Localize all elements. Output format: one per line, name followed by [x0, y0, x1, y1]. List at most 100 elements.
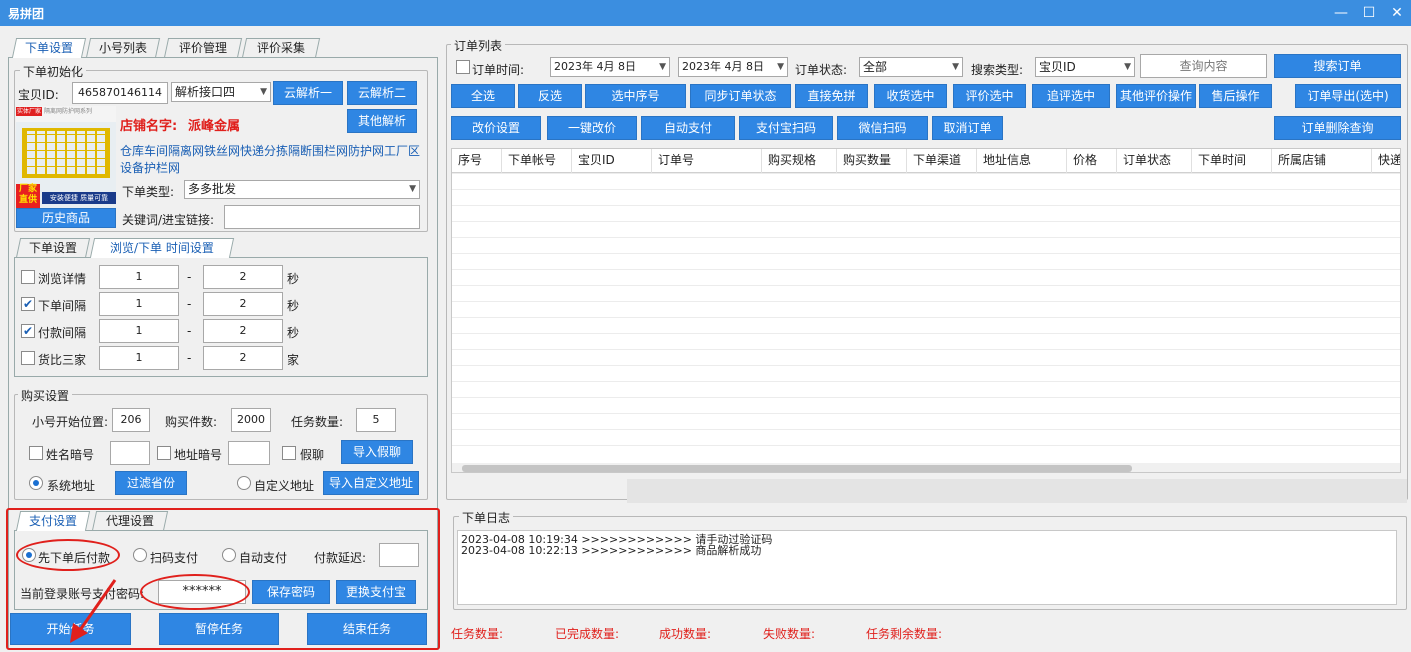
timing-max-input[interactable]: 2 — [203, 319, 283, 343]
order-action-button[interactable]: 支付宝扫码 — [739, 116, 833, 140]
order-time-label: 订单时间: — [472, 63, 525, 77]
system-address-label: 系统地址 — [47, 479, 96, 493]
product-thumbnail: 实体厂家 隔离网防护网系列 厂家直供 安装便捷 质量可靠 — [16, 106, 116, 208]
order-action-button[interactable]: 选中序号 — [585, 84, 686, 108]
column-header[interactable]: 下单渠道 — [907, 149, 977, 173]
subtab-time-settings[interactable]: 浏览/下单 时间设置 — [89, 238, 235, 258]
order-status-select[interactable]: 全部 ▼ — [859, 57, 963, 77]
order-type-select[interactable]: 多多批发 ▼ — [184, 180, 420, 199]
cloud-parse-2-button[interactable]: 云解析二 — [347, 81, 417, 105]
order-action-button[interactable]: 同步订单状态 — [690, 84, 791, 108]
name-code-input[interactable] — [110, 441, 150, 465]
order-action-button[interactable]: 其他评价操作 — [1116, 84, 1196, 108]
timing-min-input[interactable]: 1 — [99, 292, 179, 316]
chevron-down-icon: ▼ — [952, 62, 959, 72]
column-header[interactable]: 购买规格 — [762, 149, 837, 173]
order-action-button[interactable]: 追评选中 — [1032, 84, 1110, 108]
task-count-input[interactable]: 5 — [356, 408, 396, 432]
column-header[interactable]: 所属店铺 — [1272, 149, 1372, 173]
order-action-button[interactable]: 订单导出(选中) — [1295, 84, 1401, 108]
date-to-picker[interactable]: 2023年 4月 8日 ▼ — [678, 57, 788, 77]
column-header[interactable]: 下单时间 — [1192, 149, 1272, 173]
timing-min-input[interactable]: 1 — [99, 319, 179, 343]
order-action-button[interactable]: 收货选中 — [874, 84, 947, 108]
chevron-down-icon: ▼ — [1124, 62, 1131, 72]
order-action-button[interactable]: 自动支付 — [641, 116, 735, 140]
custom-address-radio[interactable] — [237, 476, 251, 490]
horizontal-scrollbar[interactable] — [452, 463, 1400, 472]
column-header[interactable]: 购买数量 — [837, 149, 907, 173]
log-textarea[interactable]: 2023-04-08 10:19:34 >>>>>>>>>>>> 请手动过验证码… — [457, 530, 1397, 605]
other-parse-button[interactable]: 其他解析 — [347, 109, 417, 133]
search-type-label: 搜索类型: — [971, 63, 1024, 77]
timing-checkbox[interactable] — [21, 270, 35, 284]
addr-code-label: 地址暗号 — [174, 448, 223, 462]
shop-label: 店铺名字: — [120, 119, 178, 134]
item-id-input[interactable]: 465870146114 — [72, 82, 168, 104]
close-icon[interactable]: ✕ — [1386, 3, 1408, 23]
timing-min-input[interactable]: 1 — [99, 265, 179, 289]
order-action-button[interactable]: 售后操作 — [1199, 84, 1272, 108]
filter-province-button[interactable]: 过滤省份 — [115, 471, 187, 495]
column-header[interactable]: 地址信息 — [977, 149, 1067, 173]
timing-checkbox[interactable]: ✔ — [21, 297, 35, 311]
name-code-checkbox[interactable] — [29, 446, 43, 460]
import-custom-address-button[interactable]: 导入自定义地址 — [323, 471, 419, 495]
keyword-input[interactable] — [224, 205, 420, 229]
qty-input[interactable]: 2000 — [231, 408, 271, 432]
timing-max-input[interactable]: 2 — [203, 265, 283, 289]
subtab-order-settings[interactable]: 下单设置 — [15, 238, 91, 258]
timing-label: 货比三家 — [38, 353, 87, 367]
addr-code-input[interactable] — [228, 441, 270, 465]
import-fake-chat-button[interactable]: 导入假聊 — [341, 440, 413, 464]
column-header[interactable]: 价格 — [1067, 149, 1117, 173]
tab-review-manage[interactable]: 评价管理 — [163, 38, 243, 58]
timing-dash: - — [187, 297, 192, 311]
tab-order-settings[interactable]: 下单设置 — [11, 38, 87, 58]
order-action-button[interactable]: 评价选中 — [953, 84, 1026, 108]
column-header[interactable]: 宝贝ID — [572, 149, 652, 173]
delete-query-button[interactable]: 订单删除查询 — [1274, 116, 1401, 140]
search-orders-button[interactable]: 搜索订单 — [1274, 54, 1401, 78]
order-action-button[interactable]: 反选 — [518, 84, 582, 108]
column-header[interactable]: 序号 — [452, 149, 502, 173]
timing-checkbox[interactable]: ✔ — [21, 324, 35, 338]
product-title-link[interactable]: 仓库车间隔离网铁丝网快递分拣隔断围栏网防护网工厂区设备护栏网 — [120, 143, 420, 177]
tab-account-list[interactable]: 小号列表 — [85, 38, 161, 58]
order-action-button[interactable]: 直接免拼 — [795, 84, 868, 108]
status-strip — [627, 479, 1407, 503]
date-from-picker[interactable]: 2023年 4月 8日 ▼ — [550, 57, 670, 77]
column-header[interactable]: 下单帐号 — [502, 149, 572, 173]
order-action-button[interactable]: 全选 — [451, 84, 515, 108]
order-status-label: 订单状态: — [795, 63, 848, 77]
order-action-button[interactable]: 改价设置 — [451, 116, 541, 140]
history-products-button[interactable]: 历史商品 — [16, 208, 116, 228]
fake-chat-checkbox[interactable] — [282, 446, 296, 460]
purchase-group-title: 购买设置 — [18, 387, 73, 404]
search-type-select[interactable]: 宝贝ID ▼ — [1035, 57, 1135, 77]
cloud-parse-1-button[interactable]: 云解析一 — [273, 81, 343, 105]
query-input[interactable]: 查询内容 — [1140, 54, 1267, 78]
timing-max-input[interactable]: 2 — [203, 292, 283, 316]
qty-label: 购买件数: — [165, 415, 218, 429]
order-time-checkbox[interactable] — [456, 60, 470, 74]
timing-max-input[interactable]: 2 — [203, 346, 283, 370]
column-header[interactable]: 订单状态 — [1117, 149, 1192, 173]
timing-checkbox[interactable] — [21, 351, 35, 365]
start-pos-input[interactable]: 206 — [112, 408, 150, 432]
order-action-button[interactable]: 一键改价 — [547, 116, 637, 140]
column-header[interactable]: 快递 — [1372, 149, 1400, 173]
tab-review-collect[interactable]: 评价采集 — [241, 38, 321, 58]
order-action-button[interactable]: 微信扫码 — [837, 116, 928, 140]
system-address-radio[interactable] — [29, 476, 43, 490]
task-count-label: 任务数量: — [291, 415, 344, 429]
order-action-button[interactable]: 取消订单 — [932, 116, 1003, 140]
minimize-icon[interactable]: — — [1330, 3, 1352, 23]
addr-code-checkbox[interactable] — [157, 446, 171, 460]
tab-payment-settings[interactable]: 支付设置 — [15, 511, 91, 531]
scrollbar-thumb[interactable] — [462, 465, 1132, 472]
parse-api-select[interactable]: 解析接口四 ▼ — [171, 82, 271, 102]
maximize-icon[interactable]: ☐ — [1358, 3, 1380, 23]
column-header[interactable]: 订单号 — [652, 149, 762, 173]
timing-min-input[interactable]: 1 — [99, 346, 179, 370]
